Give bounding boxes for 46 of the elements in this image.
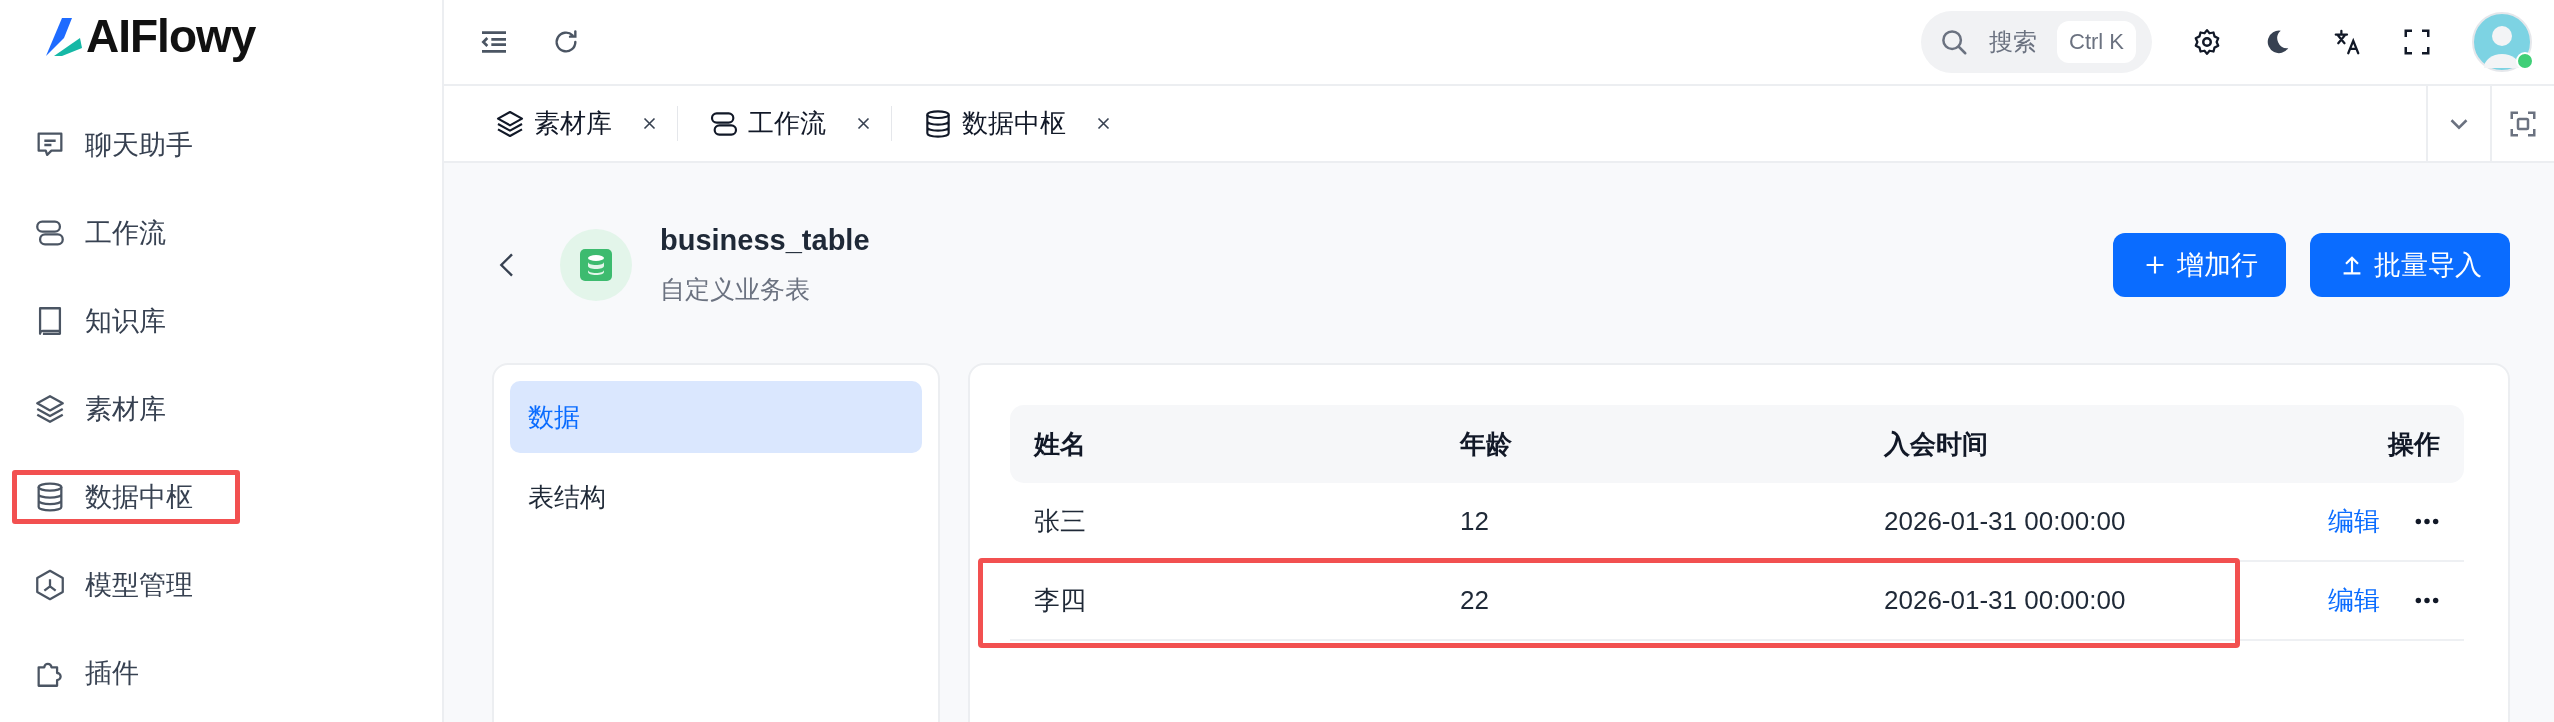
sidebar-item[interactable]: 数据中枢: [12, 470, 240, 524]
sidebar-item[interactable]: 素材库: [12, 382, 240, 436]
column-header: 年龄: [1460, 427, 1513, 461]
table-cell-text: 12: [1460, 506, 1490, 537]
table-cell-text: 2026-01-31 00:00:00: [1884, 506, 2127, 537]
close-icon[interactable]: [856, 116, 871, 131]
table-title: business_table: [660, 224, 870, 257]
tab-label: 数据中枢: [962, 107, 1066, 140]
table-description: 自定义业务表: [660, 274, 811, 305]
sidebar-item[interactable]: 聊天助手: [12, 118, 240, 172]
column-header: 姓名: [1034, 427, 1087, 461]
hexagon-icon: [33, 568, 67, 602]
table-cell-text: 张三: [1034, 505, 1087, 538]
sidebar-item[interactable]: 知识库: [12, 294, 240, 348]
tab-label: 素材库: [534, 107, 612, 140]
section-tab[interactable]: 数据: [510, 381, 922, 453]
add-row-button[interactable]: 增加行: [2113, 233, 2286, 297]
import-button[interactable]: 批量导入: [2310, 233, 2510, 297]
tab[interactable]: 工作流: [708, 106, 892, 141]
logo-text: AIFlowy: [86, 9, 256, 63]
search-field[interactable]: 搜索 Ctrl K: [1921, 11, 2152, 73]
tab[interactable]: 数据中枢: [922, 106, 1131, 141]
table-cell-text: 李四: [1034, 584, 1087, 617]
tab-label: 工作流: [748, 107, 826, 140]
table-cell-text: 2026-01-31 00:00:00: [1884, 585, 2127, 616]
column-header: 操作: [2386, 427, 2440, 461]
translate-icon[interactable]: [2332, 27, 2362, 57]
column-header: 入会时间: [1884, 427, 1989, 461]
sidebar-item[interactable]: 模型管理: [12, 558, 240, 612]
sidebar-item[interactable]: 插件: [12, 646, 240, 700]
section-tab[interactable]: 表结构: [510, 461, 922, 533]
edit-link[interactable]: 编辑: [2328, 504, 2380, 539]
tab[interactable]: 素材库: [494, 106, 678, 141]
close-icon[interactable]: [642, 116, 657, 131]
sidebar-item[interactable]: 工作流: [12, 206, 240, 260]
settings-icon[interactable]: [2192, 27, 2222, 57]
edit-link[interactable]: 编辑: [2328, 583, 2380, 618]
close-icon[interactable]: [1096, 116, 1111, 131]
more-icon[interactable]: [2414, 518, 2440, 525]
fullscreen-icon[interactable]: [2402, 27, 2432, 57]
shortcut-hint: Ctrl K: [2057, 21, 2136, 63]
more-icon[interactable]: [2414, 597, 2440, 604]
database-icon: [560, 229, 632, 301]
layers-icon: [33, 392, 67, 426]
table-cell-text: 22: [1460, 585, 1490, 616]
search-icon: [1939, 27, 1969, 57]
